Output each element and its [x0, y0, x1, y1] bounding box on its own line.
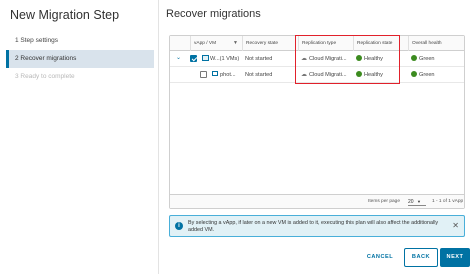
grid-footer: Items per page 20 ▼ 1 - 1 of 1 vApp [170, 194, 464, 208]
row-name[interactable]: phot... [220, 72, 236, 78]
header-spacer [170, 36, 190, 51]
pagination-range: 1 - 1 of 1 vApp [432, 199, 464, 204]
page-title: Recover migrations [166, 8, 261, 20]
column-vapp-vm[interactable]: vApp / VM ▼ [190, 36, 242, 51]
column-recovery-state[interactable]: Recovery state [242, 36, 298, 51]
row-checkbox[interactable] [190, 55, 197, 62]
expand-chevron-icon[interactable]: ⌄ [176, 54, 181, 61]
vapp-icon [202, 54, 209, 61]
step-ready-to-complete: 3 Ready to complete [15, 73, 75, 80]
wizard-title: New Migration Step [10, 8, 120, 22]
column-vapp-vm-label: vApp / VM [194, 41, 217, 46]
items-per-page-value: 20 [408, 199, 414, 205]
step-recover-migrations[interactable]: 2 Recover migrations [6, 50, 154, 68]
items-per-page-label: Items per page [368, 199, 400, 204]
row-recovery-state: Not started [245, 72, 273, 78]
close-icon[interactable]: ✕ [452, 221, 459, 230]
row-overall-health: Green [419, 72, 435, 78]
column-overall-health[interactable]: Overall health [408, 36, 464, 51]
info-alert: i By selecting a vApp, if later on a new… [169, 215, 465, 237]
filter-icon[interactable]: ▼ [233, 36, 238, 51]
highlight-box [295, 35, 400, 84]
vm-icon [212, 71, 218, 77]
step-settings[interactable]: 1 Step settings [6, 32, 154, 50]
row-checkbox[interactable] [200, 71, 207, 78]
alert-text: By selecting a vApp, if later on a new V… [188, 220, 439, 233]
wizard-steps: 1 Step settings 2 Recover migrations 3 R… [6, 32, 154, 86]
wizard-sidebar: New Migration Step 1 Step settings 2 Rec… [0, 0, 159, 274]
back-button[interactable]: BACK [404, 248, 438, 267]
green-health-icon [411, 54, 417, 61]
chevron-down-icon: ▼ [416, 199, 421, 204]
green-health-icon [411, 70, 417, 77]
items-per-page-select[interactable]: 20 ▼ [408, 198, 426, 206]
row-name[interactable]: W...(1 VMs) [210, 56, 239, 62]
row-recovery-state: Not started [245, 56, 273, 62]
info-icon: i [175, 222, 183, 230]
row-overall-health: Green [419, 56, 435, 62]
next-button[interactable]: NEXT [440, 248, 470, 267]
cancel-button[interactable]: CANCEL [360, 248, 400, 267]
